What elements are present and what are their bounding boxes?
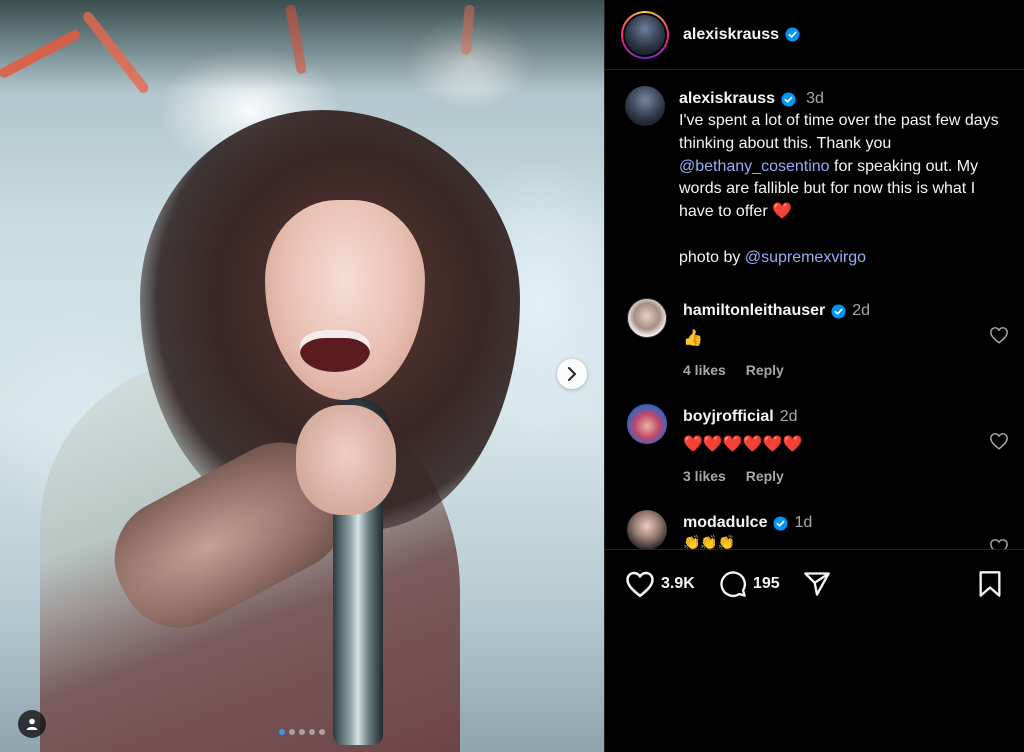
save-button[interactable] [977,570,1003,598]
commenter-username[interactable]: hamiltonleithauser [683,302,825,320]
post-caption: alexiskrauss 3d I've spent a lot of time… [625,86,1015,270]
mention-link[interactable]: @supremexvirgo [745,249,866,266]
comment-text: 👏👏👏 [683,534,736,549]
verified-badge-icon [785,27,800,42]
verified-badge-icon [773,515,788,531]
carousel-dots [0,729,604,735]
comment-button[interactable]: 195 [719,570,780,598]
caption-author-avatar[interactable] [625,86,665,126]
carousel-dot [299,729,305,735]
like-button[interactable]: 3.9K [625,570,695,598]
carousel-dot [319,729,325,735]
caption-time: 3d [806,90,824,107]
likes-count[interactable]: 3.9K [661,575,695,593]
commenter-username[interactable]: boyjrofficial [683,408,774,426]
commenter-avatar[interactable] [627,298,667,338]
comment-item: modadulce 1d 👏👏👏 [627,510,1017,549]
caption-author-username[interactable]: alexiskrauss [679,90,775,108]
comment-text: 👍 [683,330,703,347]
comment-time: 2d [779,408,798,425]
caption-text-part: I've spent a lot of time over the past f… [679,112,1004,152]
author-username[interactable]: alexiskrauss [683,26,779,44]
commenter-avatar[interactable] [627,404,667,444]
comment-time: 2d [852,302,871,319]
comment-icon [720,571,746,597]
verified-badge-icon [781,91,796,107]
comment-item: hamiltonleithauser 2d 👍 4 likes Reply [627,298,1017,378]
photo-credit: photo by @supremexvirgo [679,247,1009,270]
reply-button[interactable]: Reply [746,468,784,484]
comment-time: 1d [794,514,813,531]
singer-mouth [300,330,370,372]
comment-likes-count[interactable]: 3 likes [683,468,726,484]
chevron-right-icon [568,367,576,381]
carousel-dot-active [279,729,285,735]
post-actions-bar: 3.9K 195 [605,549,1024,752]
post-photo[interactable] [0,0,604,752]
share-button[interactable] [803,570,831,598]
commenter-username[interactable]: modadulce [683,514,767,532]
heart-icon[interactable] [989,432,1009,450]
heart-icon[interactable] [989,538,1009,549]
caption-text: I've spent a lot of time over the past f… [679,110,1009,224]
comment-likes-count[interactable]: 4 likes [683,362,726,378]
share-icon [804,572,830,596]
photo-credit-prefix: photo by [679,248,745,266]
heart-icon[interactable] [989,326,1009,344]
carousel-dot [309,729,315,735]
bookmark-icon [979,571,1001,597]
commenter-avatar[interactable] [627,510,667,549]
heart-icon [626,571,654,598]
comment-text: ❤️❤️❤️❤️❤️❤️ [683,436,803,453]
carousel-dot [289,729,295,735]
carousel-next-button[interactable] [557,359,587,389]
verified-badge-icon [831,303,846,319]
post-viewer: alexiskrauss alexiskrauss 3d I've spent … [0,0,1024,752]
singer-hand [296,405,396,515]
reply-button[interactable]: Reply [746,362,784,378]
author-avatar[interactable] [621,10,669,59]
comment-item: boyjrofficial 2d ❤️❤️❤️❤️❤️❤️ 3 likes Re… [627,404,1017,484]
post-side-panel: alexiskrauss alexiskrauss 3d I've spent … [604,0,1024,752]
post-header: alexiskrauss [605,0,1024,70]
mention-link[interactable]: @bethany_cosentino [679,158,830,175]
comments-count[interactable]: 195 [753,575,780,593]
